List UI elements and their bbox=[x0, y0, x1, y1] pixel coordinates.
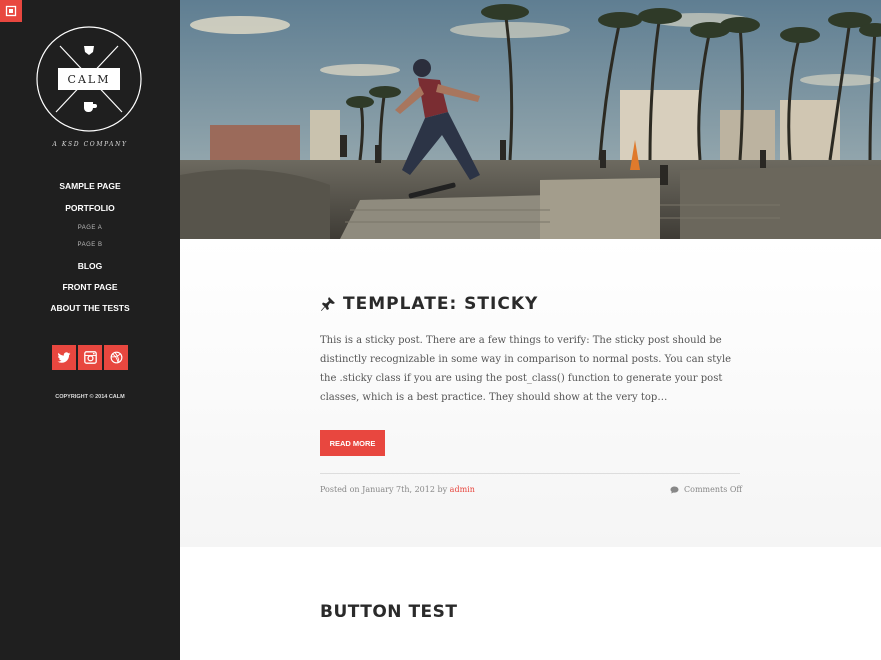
nav-item-about-the-tests[interactable]: ABOUT THE TESTS bbox=[0, 296, 180, 317]
comments-status: Comments Off bbox=[670, 485, 742, 494]
nav-item-front-page[interactable]: FRONT PAGE bbox=[0, 275, 180, 296]
skateboarder-photo bbox=[180, 0, 881, 239]
main-nav: SAMPLE PAGE PORTFOLIO PAGE A PAGE B BLOG… bbox=[0, 176, 180, 317]
coffee-icon bbox=[84, 102, 97, 112]
button-test-post-title[interactable]: BUTTON TEST bbox=[320, 602, 458, 622]
instagram-link[interactable] bbox=[78, 345, 102, 370]
nav-item-page-a[interactable]: PAGE A bbox=[0, 218, 180, 236]
nav-item-portfolio[interactable]: PORTFOLIO bbox=[0, 198, 180, 218]
hero-image bbox=[180, 0, 881, 239]
tagline: A KSD COMPANY bbox=[52, 141, 128, 148]
nav-item-blog[interactable]: BLOG bbox=[0, 254, 180, 275]
post-divider bbox=[320, 473, 740, 474]
posted-on-text: Posted on January 7th, 2012 by bbox=[320, 485, 450, 494]
sticky-post: TEMPLATE: STICKY This is a sticky post. … bbox=[180, 239, 881, 547]
dribbble-link[interactable] bbox=[104, 345, 128, 370]
sidebar: CALM A KSD COMPANY SAMPLE PAGE PORTFOLIO… bbox=[0, 0, 180, 660]
copyright: COPYRIGHT © 2014 CALM bbox=[55, 394, 125, 400]
twitter-link[interactable] bbox=[52, 345, 76, 370]
header-toggle-button[interactable] bbox=[0, 0, 22, 22]
post-meta: Posted on January 7th, 2012 by admin bbox=[320, 485, 475, 494]
post-title-text[interactable]: TEMPLATE: STICKY bbox=[343, 294, 538, 314]
post-title[interactable]: TEMPLATE: STICKY bbox=[320, 294, 538, 314]
nav-item-sample-page[interactable]: SAMPLE PAGE bbox=[0, 176, 180, 198]
window-icon bbox=[5, 5, 17, 17]
social-links bbox=[52, 345, 128, 370]
dribbble-icon bbox=[110, 351, 122, 364]
pin-icon bbox=[321, 297, 335, 311]
comments-text: Comments Off bbox=[684, 485, 743, 494]
post-excerpt: This is a sticky post. There are a few t… bbox=[320, 335, 732, 403]
read-more-button[interactable]: READ MORE bbox=[320, 430, 385, 456]
mask-icon bbox=[84, 46, 94, 55]
logo-text[interactable]: CALM bbox=[58, 68, 120, 90]
author-link[interactable]: admin bbox=[450, 485, 475, 494]
twitter-icon bbox=[57, 351, 71, 363]
comment-icon bbox=[670, 485, 679, 494]
instagram-icon bbox=[83, 351, 97, 364]
nav-item-page-b[interactable]: PAGE B bbox=[0, 236, 180, 254]
